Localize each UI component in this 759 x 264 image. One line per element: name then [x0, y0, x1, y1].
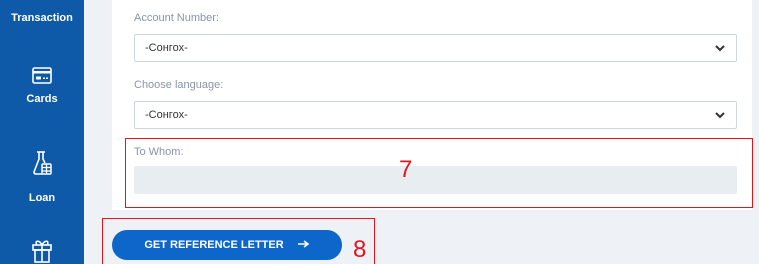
account-number-select[interactable]: -Сонгох- — [134, 34, 737, 62]
annotation-number-7: 7 — [399, 156, 413, 183]
sidebar-item-transaction[interactable]: Transaction — [0, 12, 84, 24]
language-label: Choose language: — [134, 79, 224, 91]
chevron-down-icon — [714, 42, 726, 57]
sidebar-item-cards[interactable]: Cards — [0, 66, 84, 105]
sidebar-item-gift[interactable] — [0, 238, 84, 264]
sidebar-item-label: Cards — [26, 93, 58, 105]
account-number-value: -Сонгох- — [145, 42, 188, 54]
account-number-label: Account Number: — [134, 12, 219, 24]
sidebar-item-label: Loan — [28, 192, 56, 204]
gift-icon — [31, 238, 53, 264]
language-value: -Сонгох- — [145, 109, 188, 121]
loan-flask-icon — [31, 150, 53, 178]
annotation-box-button — [102, 218, 375, 264]
language-select[interactable]: -Сонгох- — [134, 101, 737, 129]
sidebar-item-loan[interactable]: Loan — [0, 150, 84, 204]
annotation-box-to-whom — [125, 138, 753, 208]
annotation-number-8: 8 — [353, 236, 367, 263]
sidebar-item-label: Transaction — [11, 12, 73, 24]
chevron-down-icon — [714, 109, 726, 124]
card-icon — [31, 66, 53, 86]
sidebar: Transaction Cards Loan — [0, 0, 84, 264]
